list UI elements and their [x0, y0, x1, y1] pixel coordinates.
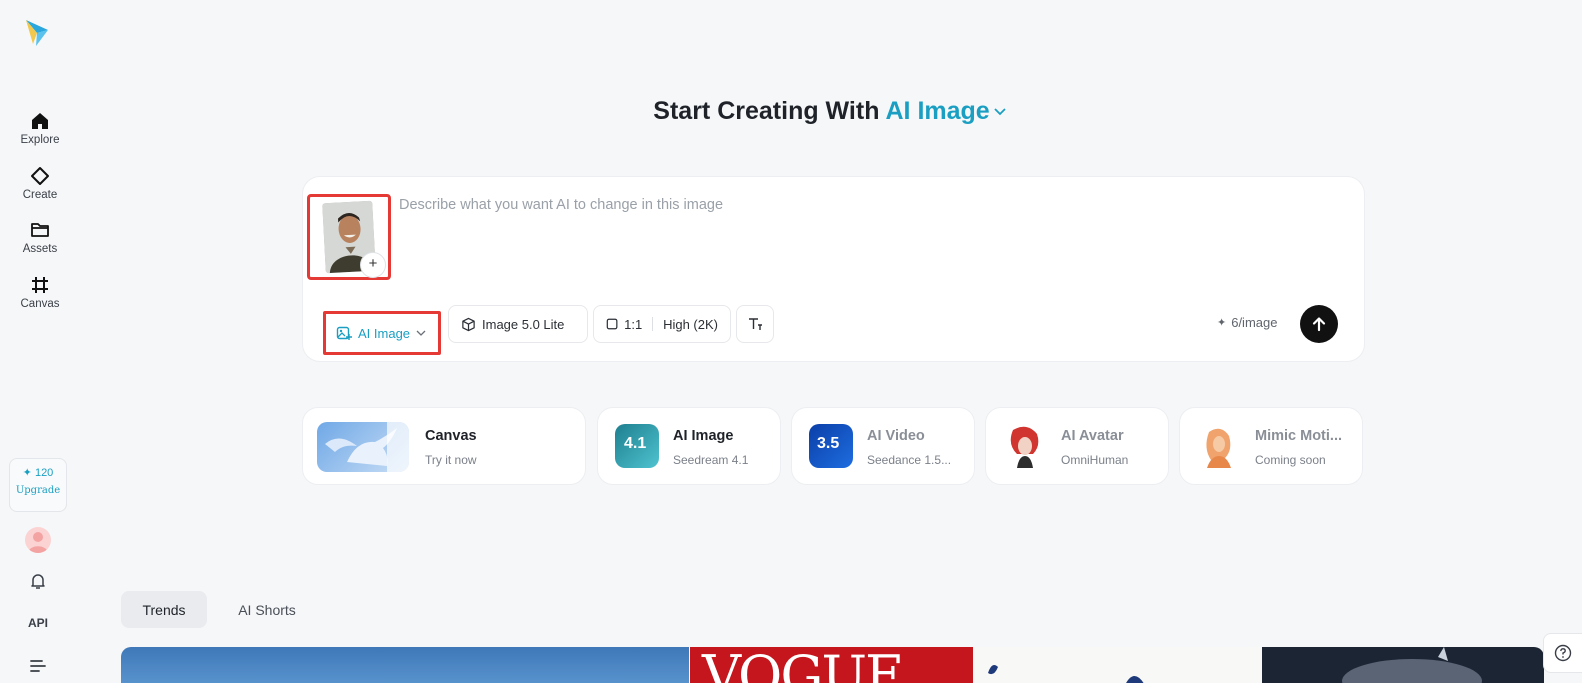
mode-label: AI Image: [358, 325, 411, 341]
reference-image-upload[interactable]: +: [307, 194, 391, 280]
canvas-preview-image: [317, 422, 409, 472]
square-ratio-icon: [606, 318, 618, 330]
model-label: Image 5.0 Lite: [482, 316, 565, 332]
card-subtitle: Try it now: [425, 453, 477, 467]
canvas-grid-icon: [32, 277, 48, 293]
sidebar-item-label: Explore: [20, 134, 60, 146]
tab-ai-shorts[interactable]: AI Shorts: [222, 591, 312, 628]
card-title: AI Video: [867, 428, 925, 444]
mimic-motion-image: [1197, 424, 1241, 468]
card-subtitle: Seedream 4.1: [673, 453, 749, 467]
badge-label: 3.5: [817, 435, 840, 452]
page-title-prefix: Start Creating With: [653, 97, 886, 125]
card-title: AI Image: [673, 428, 734, 444]
text-format-icon: [749, 318, 762, 330]
gallery-item[interactable]: [974, 647, 1261, 683]
sidebar-item-assets[interactable]: Assets: [0, 220, 80, 255]
feature-card-ai-avatar[interactable]: AI Avatar OmniHuman: [985, 407, 1169, 485]
app-logo-icon[interactable]: [24, 18, 52, 48]
seedance-logo-icon: 3.5: [809, 424, 853, 468]
card-subtitle: Seedance 1.5...: [867, 453, 952, 467]
mode-switch-title[interactable]: AI Image: [886, 97, 990, 125]
feature-card-ai-video[interactable]: 3.5 AI Video Seedance 1.5...: [791, 407, 975, 485]
mode-selector[interactable]: AI Image: [323, 311, 441, 355]
feature-card-mimic-motion[interactable]: Mimic Moti... Coming soon: [1179, 407, 1363, 485]
cube-icon: [462, 317, 475, 331]
sidebar-item-label: Canvas: [20, 298, 60, 310]
image-sparkle-icon: [336, 326, 352, 340]
help-icon: [1554, 644, 1572, 662]
seedream-logo-icon: 4.1: [615, 424, 659, 468]
gallery-item-text: VOGUE: [702, 647, 904, 683]
notification-bell-icon[interactable]: [29, 572, 47, 595]
quality-label: High (2K): [663, 316, 718, 332]
prompt-panel: + AI Image Image 5.0 Lite 1:1 High (2K) …: [302, 176, 1365, 362]
avatar[interactable]: [25, 527, 51, 553]
chevron-down-icon: [416, 330, 426, 336]
card-subtitle: OmniHuman: [1061, 453, 1129, 467]
card-subtitle: Coming soon: [1255, 453, 1326, 467]
add-image-button[interactable]: +: [360, 252, 386, 278]
generate-button[interactable]: [1300, 305, 1338, 343]
gallery-item[interactable]: [121, 647, 689, 683]
sidebar-item-label: Assets: [22, 243, 58, 255]
menu-icon[interactable]: [30, 659, 46, 678]
credit-count: ✦ 120: [22, 467, 54, 479]
card-title: AI Avatar: [1061, 428, 1124, 444]
page-title: Start Creating With AI Image: [0, 97, 1582, 126]
chevron-down-icon[interactable]: [993, 107, 1007, 117]
prompt-input[interactable]: [399, 191, 1339, 219]
divider: [652, 317, 654, 331]
api-link[interactable]: API: [0, 616, 76, 630]
gallery-item[interactable]: [1262, 647, 1544, 683]
tab-trends[interactable]: Trends: [121, 591, 207, 628]
card-title: Mimic Moti...: [1255, 428, 1342, 444]
ratio-quality-selector[interactable]: 1:1 High (2K): [593, 305, 731, 343]
sidebar-item-create[interactable]: Create: [0, 166, 80, 201]
arrow-up-icon: [1312, 317, 1326, 332]
credits-upgrade-button[interactable]: ✦ 120 Upgrade: [9, 458, 67, 512]
badge-label: 4.1: [624, 435, 647, 452]
sparkle-diamond-icon: [31, 167, 49, 185]
model-selector[interactable]: Image 5.0 Lite: [448, 305, 588, 343]
sidebar-item-canvas[interactable]: Canvas: [0, 275, 80, 310]
feature-card-ai-image[interactable]: 4.1 AI Image Seedream 4.1: [597, 407, 781, 485]
avatar-character-image: [1003, 424, 1047, 468]
sparkle-icon: ✦: [1217, 317, 1227, 329]
help-button[interactable]: [1543, 633, 1582, 673]
sidebar-item-label: Create: [22, 189, 58, 201]
ratio-label: 1:1: [624, 316, 643, 332]
cost-label: 6/image: [1231, 315, 1278, 330]
upgrade-label: Upgrade: [15, 485, 61, 496]
gallery-item[interactable]: VOGUE: [690, 647, 973, 683]
feature-card-canvas[interactable]: Canvas Try it now: [302, 407, 586, 485]
text-style-button[interactable]: [736, 305, 774, 343]
folder-icon: [31, 223, 49, 237]
cost-indicator: ✦ 6/image: [1217, 315, 1277, 330]
card-title: Canvas: [425, 428, 477, 444]
